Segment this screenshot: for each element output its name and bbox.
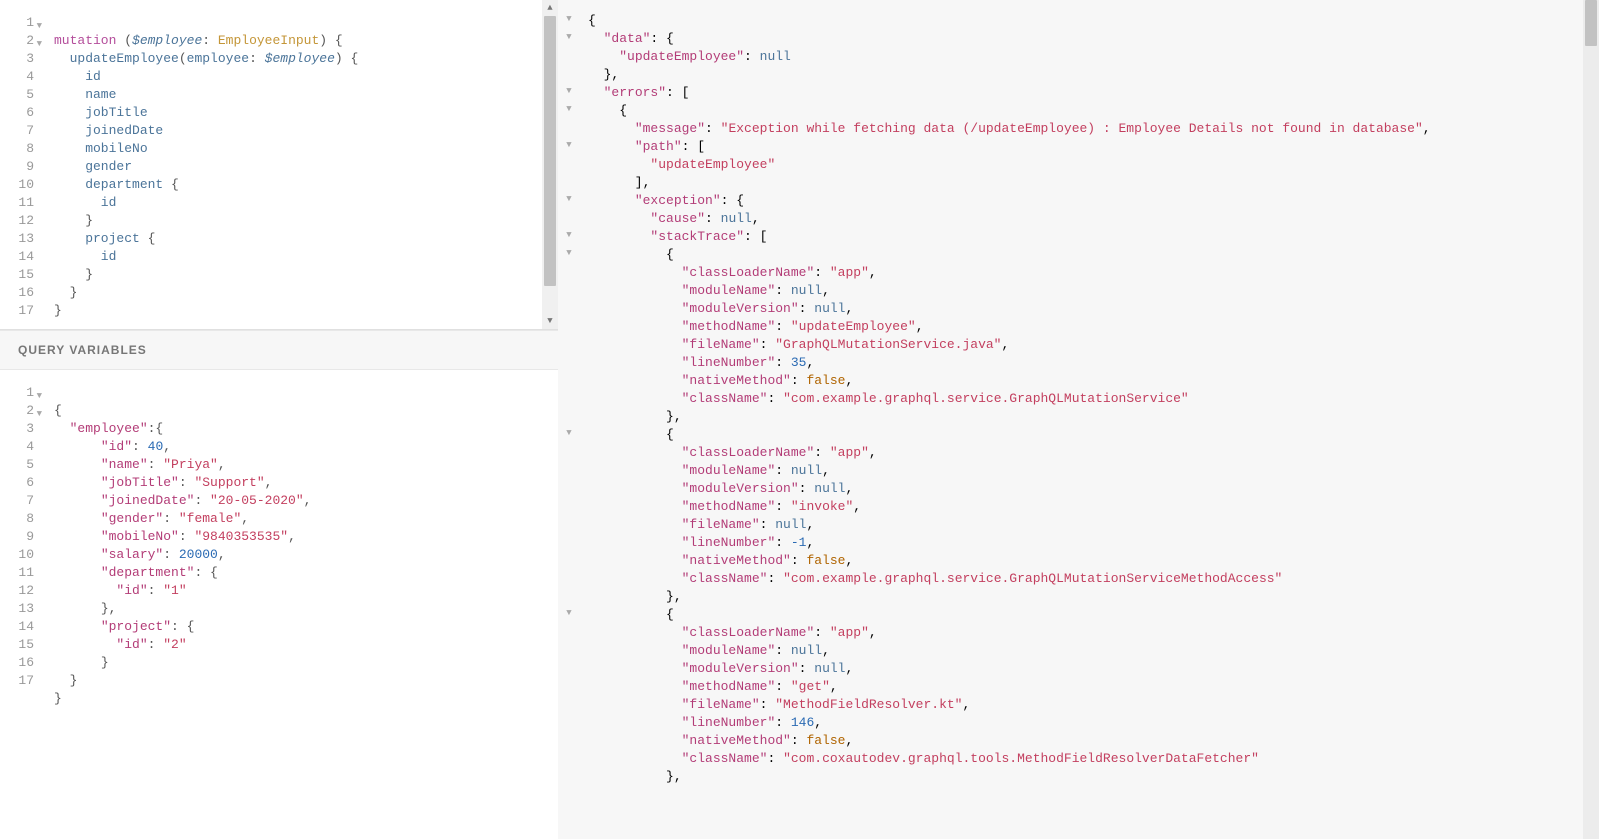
- query-editor[interactable]: 1▼2▼34567891011121314151617 mutation ($e…: [0, 0, 558, 330]
- line-number: 6: [0, 104, 34, 122]
- fold-icon[interactable]: ▼: [37, 387, 42, 405]
- variables-gutter: 1▼2▼34567891011121314151617: [0, 370, 44, 839]
- query-code[interactable]: mutation ($employee: EmployeeInput) { up…: [44, 0, 558, 329]
- line-number: 4: [0, 438, 34, 456]
- line-number: 11: [0, 194, 34, 212]
- fold-icon[interactable]: ▼: [561, 428, 577, 438]
- line-number: 5: [0, 456, 34, 474]
- line-number: 4: [0, 68, 34, 86]
- line-number: 16: [0, 654, 34, 672]
- line-number: 7: [0, 122, 34, 140]
- line-number: 3: [0, 420, 34, 438]
- fold-icon[interactable]: ▼: [37, 17, 42, 35]
- line-number: 6: [0, 474, 34, 492]
- fold-icon[interactable]: ▼: [37, 35, 42, 53]
- scroll-thumb[interactable]: [544, 16, 556, 286]
- line-number: 9: [0, 528, 34, 546]
- left-panel: 1▼2▼34567891011121314151617 mutation ($e…: [0, 0, 558, 839]
- fold-icon[interactable]: ▼: [561, 194, 577, 204]
- line-number: 5: [0, 86, 34, 104]
- line-number: 14: [0, 618, 34, 636]
- fold-icon[interactable]: ▼: [561, 248, 577, 258]
- fold-icon[interactable]: ▼: [37, 405, 42, 423]
- keyword-mutation: mutation: [54, 33, 116, 48]
- line-number: 8: [0, 510, 34, 528]
- scroll-thumb[interactable]: [1585, 0, 1597, 46]
- line-number: 2▼: [0, 32, 34, 50]
- line-number: 7: [0, 492, 34, 510]
- line-number: 11: [0, 564, 34, 582]
- fold-icon[interactable]: ▼: [561, 608, 577, 618]
- response-content: { "data": { "updateEmployee": null }, "e…: [588, 12, 1589, 786]
- line-number: 10: [0, 546, 34, 564]
- line-number: 13: [0, 600, 34, 618]
- query-scrollbar[interactable]: ▲ ▼: [542, 0, 558, 329]
- scroll-down-icon[interactable]: ▼: [542, 313, 558, 329]
- scroll-up-icon[interactable]: ▲: [542, 0, 558, 16]
- line-number: 12: [0, 212, 34, 230]
- fold-icon[interactable]: ▼: [561, 32, 577, 42]
- line-number: 2▼: [0, 402, 34, 420]
- line-number: 3: [0, 50, 34, 68]
- line-number: 14: [0, 248, 34, 266]
- line-number: 15: [0, 266, 34, 284]
- line-number: 8: [0, 140, 34, 158]
- line-number: 1▼: [0, 14, 34, 32]
- query-variables-header[interactable]: QUERY VARIABLES: [0, 330, 558, 370]
- variables-code[interactable]: { "employee":{ "id": 40, "name": "Priya"…: [44, 370, 558, 839]
- line-number: 13: [0, 230, 34, 248]
- fold-icon[interactable]: ▼: [561, 104, 577, 114]
- line-number: 9: [0, 158, 34, 176]
- line-number: 17: [0, 672, 34, 690]
- fold-icon[interactable]: ▼: [561, 230, 577, 240]
- line-number: 16: [0, 284, 34, 302]
- fold-icon[interactable]: ▼: [561, 140, 577, 150]
- response-panel[interactable]: ▼ ▼ ▼ ▼ ▼ ▼ ▼ ▼ ▼ ▼ { "data": { "updateE…: [558, 0, 1599, 839]
- line-number: 12: [0, 582, 34, 600]
- line-number: 15: [0, 636, 34, 654]
- variables-editor[interactable]: 1▼2▼34567891011121314151617 { "employee"…: [0, 370, 558, 839]
- query-gutter: 1▼2▼34567891011121314151617: [0, 0, 44, 329]
- line-number: 17: [0, 302, 34, 320]
- line-number: 1▼: [0, 384, 34, 402]
- response-scrollbar[interactable]: [1583, 0, 1599, 839]
- fold-icon[interactable]: ▼: [561, 14, 577, 24]
- fold-icon[interactable]: ▼: [561, 86, 577, 96]
- line-number: 10: [0, 176, 34, 194]
